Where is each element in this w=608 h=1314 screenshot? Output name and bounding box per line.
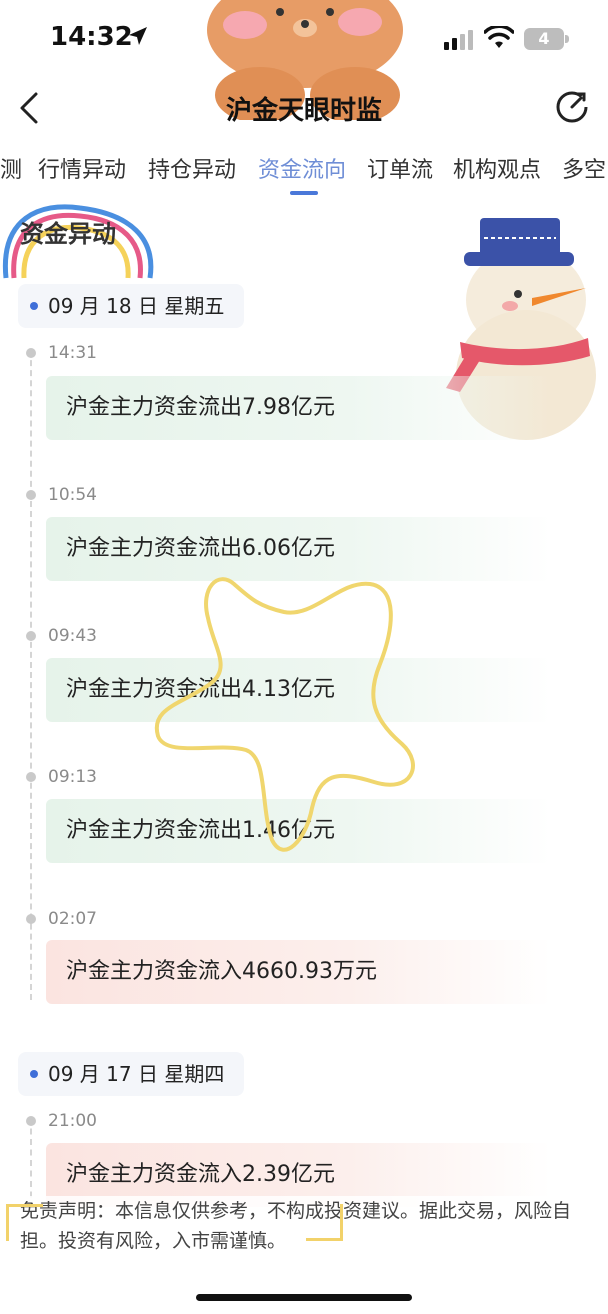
section-title: 资金异动 [20,220,116,248]
tab-market-moves[interactable]: 行情异动 [38,152,126,184]
battery-tip [565,35,569,43]
date-chip: 09 月 17 日 星期四 [18,1052,245,1096]
entry-time: 21:00 [48,1111,97,1131]
entry-time: 14:31 [48,343,97,363]
sticker-corner [306,1204,343,1241]
timeline-line [30,350,32,1000]
fund-flow-card[interactable]: 沪金主力资金流入4660.93万元 [46,940,551,1004]
timeline-dot [26,772,36,782]
battery-icon: 4 [524,28,564,50]
fund-flow-card[interactable]: 沪金主力资金流出7.98亿元 [46,376,551,440]
cellular-signal-icon [444,30,473,50]
entry-time: 09:43 [48,626,97,646]
disclaimer-text: 免责声明：本信息仅供参考，不构成投资建议。据此交易，风险自担。投资有风险，入市需… [0,1196,608,1256]
page-title: 沪金天眼时监 [225,96,382,126]
location-arrow-icon [129,27,147,45]
fund-flow-card[interactable]: 沪金主力资金流出4.13亿元 [46,658,551,722]
date-dot [30,1070,38,1078]
tab-long-short[interactable]: 多空 [562,152,606,184]
status-time: 14:32 [50,22,133,52]
wifi-icon [484,26,514,48]
fund-flow-card[interactable]: 沪金主力资金流出6.06亿元 [46,517,551,581]
sticker-corner [6,1204,43,1241]
tab-order-flow[interactable]: 订单流 [367,152,433,184]
date-label: 09 月 17 日 星期四 [48,1062,225,1086]
tab-prediction[interactable]: 测 [0,152,22,184]
timeline-line [30,1118,32,1208]
date-chip: 09 月 18 日 星期五 [18,284,245,328]
tab-position-moves[interactable]: 持仓异动 [148,152,236,184]
entry-time: 02:07 [48,909,97,929]
home-indicator[interactable] [196,1294,412,1301]
entry-time: 10:54 [48,485,97,505]
tab-fund-flow[interactable]: 资金流向 [258,152,346,184]
active-tab-indicator [290,191,318,195]
tab-institution-views[interactable]: 机构观点 [453,152,541,184]
nav-bar: 沪金天眼时监 [0,80,608,136]
timeline-dot [26,348,36,358]
date-label: 09 月 18 日 星期五 [48,294,225,318]
timeline-dot [26,914,36,924]
timeline-dot [26,1116,36,1126]
refresh-icon[interactable] [553,88,591,126]
entry-time: 09:13 [48,767,97,787]
fund-flow-card[interactable]: 沪金主力资金流出1.46亿元 [46,799,551,863]
date-dot [30,302,38,310]
timeline-dot [26,631,36,641]
timeline-dot [26,490,36,500]
